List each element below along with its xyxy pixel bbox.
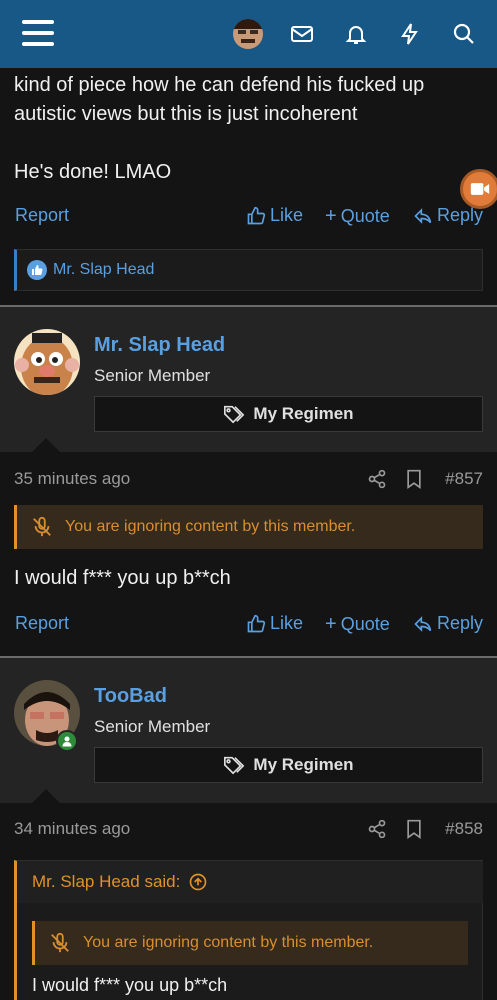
quote-label: Quote	[340, 614, 390, 634]
arrow-up-circle-icon[interactable]	[188, 872, 208, 892]
post-time[interactable]: 34 minutes ago	[14, 819, 130, 839]
ignore-notice: You are ignoring content by this member.	[32, 921, 468, 965]
post-number[interactable]: #858	[445, 819, 483, 839]
regimen-button[interactable]: My Regimen	[94, 747, 483, 783]
reply-icon	[414, 615, 432, 632]
post-actions: Report Like + Quote Reply	[0, 609, 497, 639]
like-button[interactable]: Like	[246, 613, 303, 634]
caret-pointer	[32, 438, 60, 452]
quote-button[interactable]: + Quote	[325, 613, 390, 636]
reaction-user[interactable]: Mr. Slap Head	[53, 261, 154, 279]
muted-mic-icon	[51, 932, 69, 953]
post-time[interactable]: 35 minutes ago	[14, 469, 130, 489]
post-meta: 35 minutes ago #857	[0, 467, 497, 491]
like-label: Like	[270, 205, 304, 225]
reply-button[interactable]: Reply	[413, 205, 483, 226]
mail-icon[interactable]	[290, 22, 314, 46]
post-number[interactable]: #857	[445, 469, 483, 489]
search-icon[interactable]	[452, 22, 476, 46]
quote-block: Mr. Slap Head said: You are ignoring con…	[14, 860, 483, 1000]
user-info-block: Mr. Slap Head Senior Member My Regimen	[0, 307, 497, 452]
user-title: Senior Member	[94, 717, 211, 736]
quote-header[interactable]: Mr. Slap Head said:	[17, 861, 483, 903]
user-title: Senior Member	[94, 366, 211, 385]
post-text-line: He's done! LMAO	[14, 161, 172, 183]
post-body: I would f*** you up b**ch	[14, 567, 231, 589]
reaction-summary[interactable]: Mr. Slap Head	[14, 249, 483, 291]
avatar[interactable]	[14, 329, 80, 395]
share-icon[interactable]	[367, 469, 387, 489]
report-link[interactable]: Report	[15, 613, 69, 634]
like-label: Like	[270, 613, 304, 633]
report-link[interactable]: Report	[15, 205, 69, 226]
reply-icon	[414, 207, 432, 224]
plus-icon: +	[325, 613, 337, 635]
bookmark-icon[interactable]	[405, 819, 423, 839]
bookmark-icon[interactable]	[405, 469, 423, 489]
ignore-notice: You are ignoring content by this member.	[14, 505, 483, 549]
tags-icon	[224, 756, 245, 775]
bell-icon[interactable]	[344, 22, 368, 46]
like-button[interactable]: Like	[246, 205, 303, 226]
plus-icon: +	[325, 205, 337, 227]
user-avatar[interactable]	[233, 19, 263, 49]
post-text-line: kind of piece how he can defend his fuck…	[14, 74, 425, 96]
quote-body: I would f*** you up b**ch	[32, 975, 228, 995]
thumbs-up-icon	[247, 206, 266, 224]
regimen-label: My Regimen	[253, 404, 354, 423]
post-text-line: autistic views but this is just incohere…	[14, 103, 358, 125]
reply-label: Reply	[437, 613, 484, 633]
regimen-label: My Regimen	[253, 755, 354, 774]
top-navigation-bar	[0, 0, 497, 68]
video-camera-icon[interactable]	[460, 169, 497, 209]
muted-mic-icon	[33, 516, 51, 537]
user-info-block: TooBad Senior Member My Regimen	[0, 658, 497, 803]
tags-icon	[224, 405, 245, 424]
username[interactable]: TooBad	[94, 685, 167, 708]
share-icon[interactable]	[367, 819, 387, 839]
hamburger-menu-icon[interactable]	[22, 20, 54, 46]
reply-button[interactable]: Reply	[413, 613, 483, 634]
thumbs-up-icon	[247, 614, 266, 632]
like-reaction-icon	[27, 260, 47, 280]
quote-button[interactable]: + Quote	[325, 205, 390, 228]
ignore-text: You are ignoring content by this member.	[83, 934, 374, 951]
post-actions: Report Like + Quote Reply	[0, 201, 497, 231]
bolt-icon[interactable]	[398, 22, 422, 46]
quote-label: Quote	[340, 206, 390, 226]
username[interactable]: Mr. Slap Head	[94, 334, 225, 357]
quote-author[interactable]: Mr. Slap Head said:	[32, 872, 180, 892]
online-status-icon	[56, 730, 78, 752]
ignore-text: You are ignoring content by this member.	[65, 518, 356, 535]
regimen-button[interactable]: My Regimen	[94, 396, 483, 432]
post-meta: 34 minutes ago #858	[0, 817, 497, 841]
caret-pointer	[32, 789, 60, 803]
